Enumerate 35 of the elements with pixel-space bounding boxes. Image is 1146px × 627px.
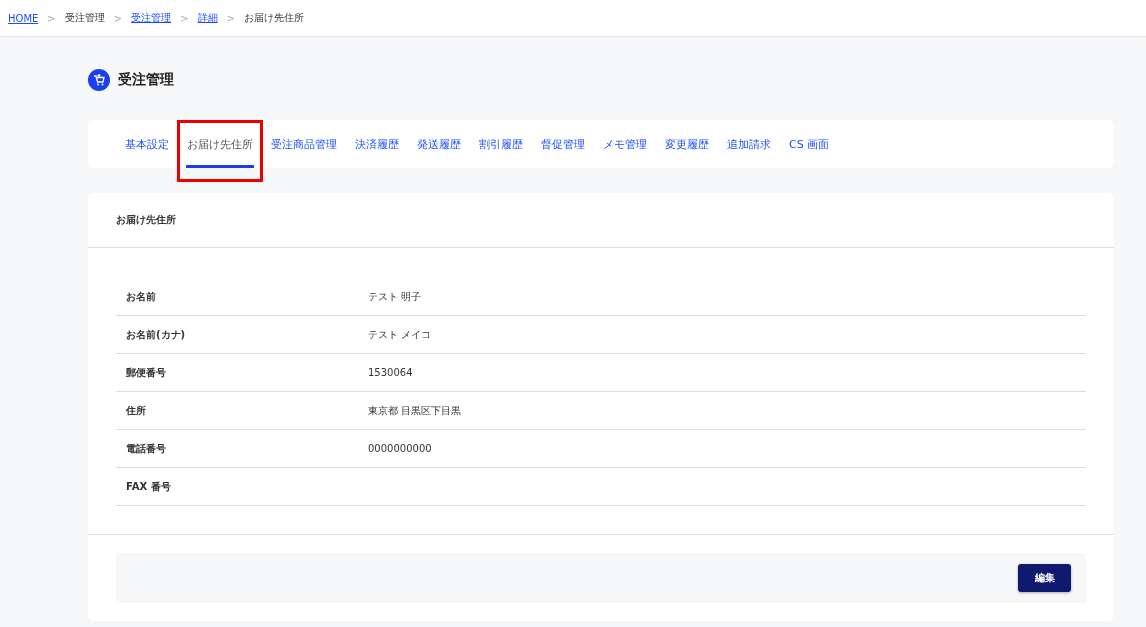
tab[interactable]: メモ管理	[594, 120, 656, 168]
tab[interactable]: お届け先住所	[178, 120, 262, 168]
breadcrumb-item: お届け先住所	[243, 11, 304, 25]
tab[interactable]: CS 画面	[780, 120, 839, 168]
field-label: お名前(カナ)	[125, 327, 187, 342]
card-title: お届け先住所	[88, 193, 1114, 248]
field-label: お名前	[125, 289, 157, 304]
field-label: 住所	[125, 403, 147, 418]
tab[interactable]: 追加請求	[718, 120, 780, 168]
breadcrumb-link[interactable]: HOME	[8, 12, 39, 24]
breadcrumb-separator: >	[113, 12, 123, 24]
field-value: 1530064	[368, 367, 414, 378]
breadcrumb-link[interactable]: 詳細	[197, 11, 218, 25]
field-value: 東京都 目黒区下目黒	[368, 403, 463, 418]
field-value: テスト メイコ	[368, 327, 433, 342]
breadcrumb-separator: >	[226, 12, 235, 24]
edit-button[interactable]: 編集	[1018, 564, 1071, 592]
tab[interactable]: 督促管理	[532, 120, 594, 168]
field-value: 0000000000	[368, 443, 433, 454]
tab[interactable]: 決済履歴	[346, 120, 408, 168]
field-value: テスト 明子	[368, 289, 423, 304]
field-label: FAX 番号	[125, 479, 172, 494]
breadcrumb-item: 受注管理	[64, 11, 105, 25]
tab[interactable]: 割引履歴	[470, 120, 532, 168]
tab[interactable]: 変更履歴	[656, 120, 718, 168]
page-title: 受注管理	[118, 71, 174, 89]
field-label: 郵便番号	[125, 365, 167, 380]
field-label: 電話番号	[125, 441, 167, 456]
tab[interactable]: 受注商品管理	[262, 120, 346, 168]
breadcrumb-separator: >	[180, 12, 189, 24]
breadcrumb-separator: >	[47, 12, 56, 24]
tab[interactable]: 基本設定	[116, 120, 178, 168]
cart-icon	[88, 69, 110, 91]
tab[interactable]: 発送履歴	[408, 120, 470, 168]
breadcrumb-link[interactable]: 受注管理	[131, 11, 172, 25]
